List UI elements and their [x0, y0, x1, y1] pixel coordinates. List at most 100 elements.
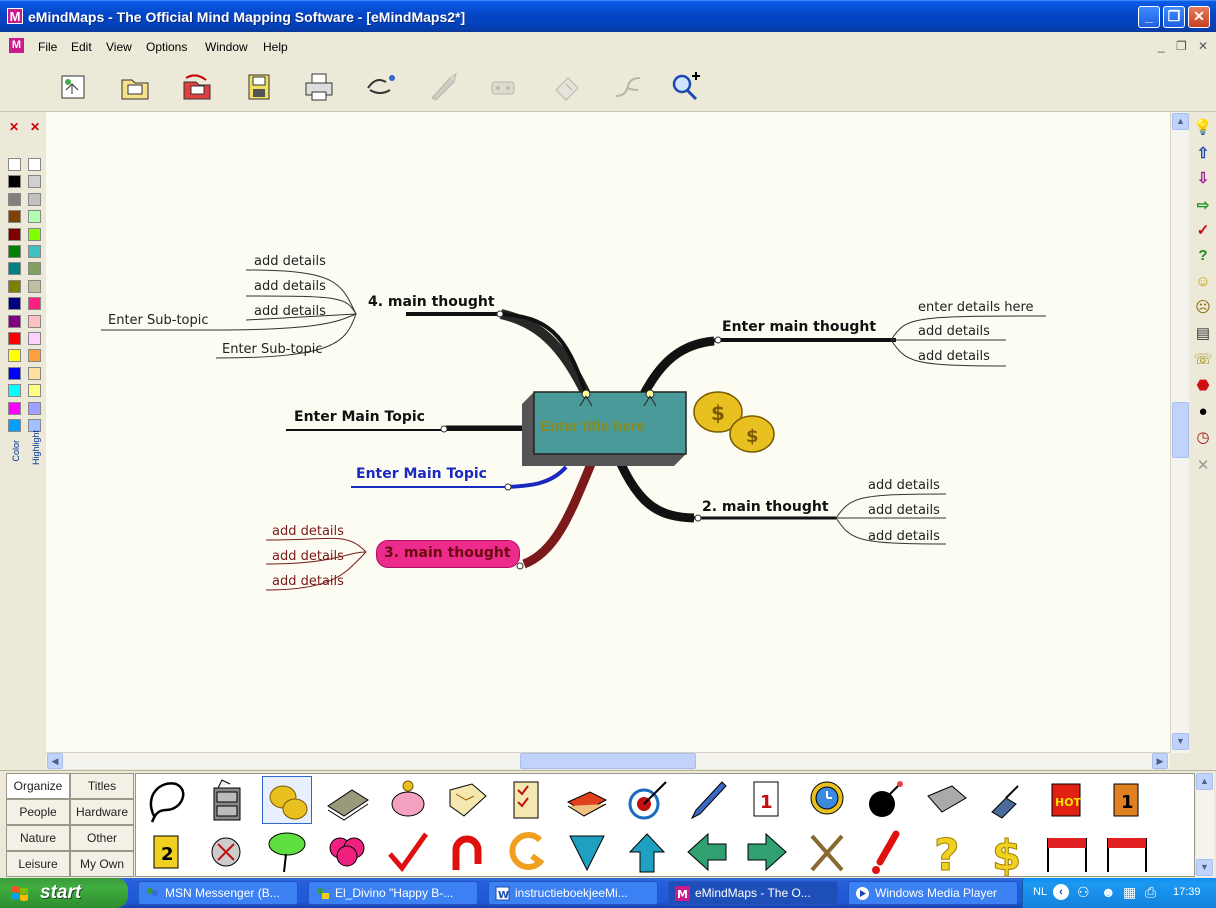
category-titles[interactable]: Titles [70, 773, 134, 799]
detail-1-3[interactable]: add details [918, 349, 990, 364]
highlight-swatch[interactable] [28, 227, 41, 241]
highlight-swatch[interactable] [28, 192, 41, 206]
thought-cloud-pink-clipart-icon[interactable] [322, 828, 372, 876]
scroll-up-icon[interactable]: ▲ [1172, 113, 1189, 130]
tray-expand-icon[interactable]: ‹ [1053, 884, 1069, 900]
color-swatch[interactable] [8, 245, 21, 258]
color-tab[interactable]: Color [11, 440, 21, 462]
detail-3-1[interactable]: add details [272, 524, 344, 539]
minimize-button[interactable]: _ [1138, 6, 1160, 28]
speech-bubble-green-clipart-icon[interactable] [262, 828, 312, 876]
document-icon[interactable]: M [9, 38, 24, 53]
doc-restore-button[interactable]: ❐ [1176, 39, 1187, 53]
highlight-swatch[interactable] [28, 210, 41, 224]
scroll-right-icon[interactable]: ▶ [1152, 753, 1168, 769]
maximize-button[interactable]: ❐ [1163, 6, 1185, 28]
number-two-sign-clipart-icon[interactable]: 2 [142, 828, 192, 876]
central-topic[interactable]: Enter title here [540, 418, 645, 435]
language-indicator[interactable]: NL [1033, 886, 1047, 898]
app-icon[interactable]: M [7, 8, 23, 24]
category-nature[interactable]: Nature [6, 825, 70, 851]
color-swatch[interactable] [8, 314, 21, 328]
main-thought-3[interactable]: 3. main thought [384, 545, 511, 561]
lightbulb-icon[interactable]: 💡 [1193, 118, 1213, 138]
main-topic-black[interactable]: Enter Main Topic [294, 409, 425, 425]
new-map-icon[interactable] [56, 70, 90, 104]
vertical-scroll-thumb[interactable] [1172, 402, 1189, 458]
print-icon[interactable] [302, 70, 336, 104]
detail-2-1[interactable]: add details [868, 478, 940, 493]
menu-view[interactable]: View [106, 40, 132, 54]
mind-map-canvas[interactable]: $ $ Enter title here 4. main thought add… [46, 112, 1170, 753]
highlight-swatch[interactable] [28, 384, 41, 398]
clear-color-icon[interactable]: ✕ [9, 120, 19, 134]
detail-3-2[interactable]: add details [272, 549, 344, 564]
detail-4-2[interactable]: add details [254, 279, 326, 294]
detail-1-2[interactable]: add details [918, 324, 990, 339]
task-msn-messenger[interactable]: MSN Messenger (B... [138, 881, 298, 905]
category-organize[interactable]: Organize [6, 773, 70, 799]
clipart-scrollbar[interactable]: ▲ ▼ [1196, 773, 1214, 877]
checklist-clipart-icon[interactable] [502, 776, 552, 824]
u-turn-arrow-clipart-icon[interactable] [442, 828, 492, 876]
red-checkmark-clipart-icon[interactable] [382, 828, 432, 876]
scroll-paper-clipart-icon[interactable] [922, 776, 972, 824]
category-hardware[interactable]: Hardware [70, 799, 134, 825]
neutral-face-icon[interactable]: ☹ [1193, 298, 1213, 318]
detail-4-3[interactable]: add details [254, 304, 326, 319]
main-thought-4[interactable]: 4. main thought [368, 294, 495, 310]
category-other[interactable]: Other [70, 825, 134, 851]
zoom-in-icon[interactable] [668, 70, 702, 104]
menu-window[interactable]: Window [205, 40, 248, 54]
clock-icon[interactable]: ◷ [1193, 428, 1213, 448]
down-arrow-icon[interactable]: ⇩ [1193, 169, 1213, 189]
highlight-swatch[interactable] [28, 279, 41, 293]
bomb-clipart-icon[interactable] [862, 776, 912, 824]
category-my-own[interactable]: My Own [70, 851, 134, 877]
map-clipart-icon[interactable] [442, 776, 492, 824]
open-recent-icon[interactable] [180, 70, 214, 104]
color-swatch[interactable] [8, 262, 21, 276]
color-swatch[interactable] [8, 384, 21, 398]
number-one-sign-clipart-icon[interactable]: 1 [1102, 776, 1152, 824]
phone-icon[interactable]: ☏ [1193, 350, 1213, 370]
color-swatch[interactable] [8, 297, 21, 311]
highlight-swatch[interactable] [28, 158, 41, 171]
printer-tray-icon[interactable]: ⎙ [1145, 884, 1156, 901]
stop-icon[interactable]: ⬣ [1193, 376, 1213, 396]
detail-3-3[interactable]: add details [272, 574, 344, 589]
detail-1-1[interactable]: enter details here [918, 300, 1034, 315]
pencil-clipart-icon[interactable] [682, 776, 732, 824]
color-swatch[interactable] [8, 401, 21, 415]
color-swatch[interactable] [8, 366, 21, 380]
clock[interactable]: 17:39 [1173, 886, 1201, 898]
finish-banner-clipart-icon[interactable] [1102, 828, 1152, 876]
menu-file[interactable]: File [38, 40, 57, 54]
clipart-scroll-down-icon[interactable]: ▼ [1196, 859, 1213, 876]
left-arrow-clipart-icon[interactable] [682, 828, 732, 876]
calendar-clipart-icon[interactable]: 1 [742, 776, 792, 824]
main-thought-2[interactable]: 2. main thought [702, 499, 829, 515]
color-swatch[interactable] [8, 158, 21, 171]
color-swatch[interactable] [8, 192, 21, 206]
task-chat[interactable]: El_Divino "Happy B-... [308, 881, 478, 905]
network-icon[interactable]: ⚇ [1077, 884, 1090, 901]
scroll-left-icon[interactable]: ◀ [47, 753, 63, 769]
right-arrow-clipart-icon[interactable] [742, 828, 792, 876]
up-arrow-icon[interactable]: ⇧ [1193, 144, 1213, 164]
curved-arrow-clipart-icon[interactable] [502, 828, 552, 876]
task-word-document[interactable]: W instructieboekjeeMi... [488, 881, 658, 905]
doc-close-button[interactable]: ✕ [1198, 39, 1208, 53]
target-clipart-icon[interactable] [622, 776, 672, 824]
category-people[interactable]: People [6, 799, 70, 825]
clear-highlight-icon[interactable]: ✕ [30, 120, 40, 134]
launch-icon[interactable] [426, 70, 460, 104]
bomb-icon[interactable]: ● [1193, 402, 1213, 422]
menu-options[interactable]: Options [146, 40, 187, 54]
color-swatch[interactable] [8, 227, 21, 241]
main-topic-blue[interactable]: Enter Main Topic [356, 466, 487, 482]
export-icon[interactable] [550, 70, 584, 104]
clock-clipart-icon[interactable] [802, 776, 852, 824]
highlight-tab[interactable]: Highlight [31, 430, 41, 465]
scroll-down-icon[interactable]: ▼ [1172, 733, 1189, 750]
